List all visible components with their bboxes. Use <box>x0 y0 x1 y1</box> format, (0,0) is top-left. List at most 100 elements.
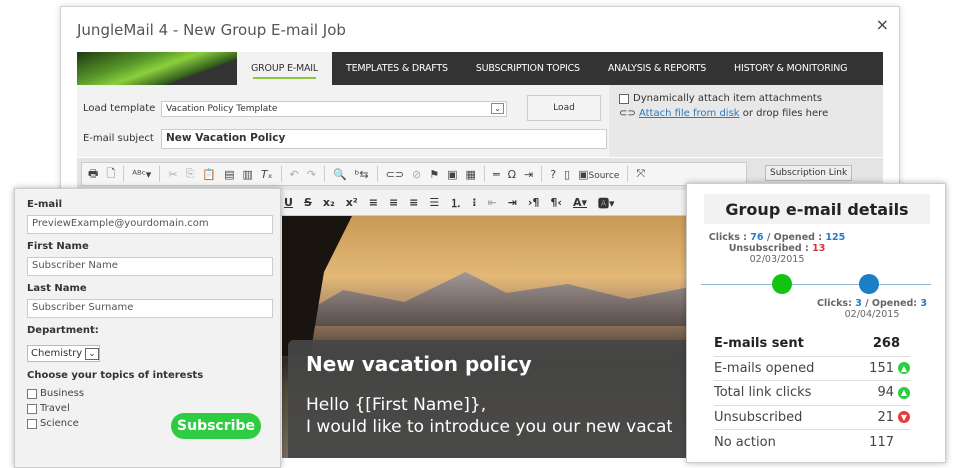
stat-row: E-mails sent 268 <box>714 332 910 357</box>
first-name-field[interactable]: Subscriber Name <box>27 257 273 276</box>
point2-summary: Clicks: 3 / Opened: 3 02/04/2015 <box>817 298 927 320</box>
print-icon[interactable]: 🖶 <box>88 165 98 184</box>
stats-table: E-mails sent 268 E-mails opened 151 ▲ Total… <box>714 332 910 455</box>
tab-templates-drafts[interactable]: TEMPLATES & DRAFTS <box>332 52 462 85</box>
topic-business-checkbox[interactable]: Business <box>27 386 272 401</box>
tab-subscription-topics[interactable]: SUBSCRIPTION TOPICS <box>462 52 594 85</box>
align-center-icon[interactable]: ≡ <box>389 196 398 209</box>
group-email-details-panel: Group e-mail details Clicks : 76 / Opene… <box>686 183 946 463</box>
bg-color-icon[interactable]: 🅰▾ <box>598 195 615 211</box>
timeline-point-1[interactable] <box>772 274 792 294</box>
special-char-icon[interactable]: Ω <box>508 168 516 181</box>
chevron-down-icon: ⌄ <box>491 103 504 114</box>
tab-history-monitoring[interactable]: HISTORY & MONITORING <box>720 52 861 85</box>
department-value: Chemistry <box>31 348 83 359</box>
dynamic-attach-label: Dynamically attach item attachments <box>633 93 823 104</box>
remove-format-icon[interactable]: Tₓ <box>261 168 273 181</box>
align-left-icon[interactable]: ≡ <box>369 196 378 209</box>
department-label: Department: <box>27 325 99 336</box>
template-value: Vacation Policy Template <box>166 104 278 114</box>
email-label: E-mail <box>27 199 63 210</box>
email-field[interactable]: PreviewExample@yourdomain.com <box>27 215 273 234</box>
last-name-label: Last Name <box>27 283 87 294</box>
numbered-list-icon[interactable]: ⒈ <box>450 195 461 211</box>
cut-icon[interactable]: ✂ <box>168 168 177 181</box>
unlink-icon[interactable]: ⊘ <box>412 168 421 181</box>
superscript-icon[interactable]: x² <box>346 196 358 209</box>
ltr-icon[interactable]: ›¶ <box>528 196 540 209</box>
table-icon[interactable]: ▦ <box>466 168 476 181</box>
help-icon[interactable]: ? <box>550 168 556 181</box>
source-button[interactable]: ▣Source <box>578 168 619 181</box>
subscription-link-button[interactable]: Subscription Link <box>765 165 853 181</box>
timeline-line <box>701 284 931 285</box>
email-line-2: I would like to introduce you our new va… <box>306 417 672 437</box>
image-icon[interactable]: ▣ <box>447 168 457 181</box>
attachments-panel: Dynamically attach item attachments ⊂⊃ A… <box>609 85 883 157</box>
load-button[interactable]: Load <box>527 95 601 121</box>
timeline-point-2[interactable] <box>859 274 879 294</box>
strikethrough-icon[interactable]: S <box>304 196 312 209</box>
text-color-icon[interactable]: A▾ <box>573 196 587 209</box>
link-icon[interactable]: ⊂⊃ <box>386 168 404 181</box>
first-name-label: First Name <box>27 241 89 252</box>
tab-analysis-reports[interactable]: ANALYSIS & REPORTS <box>594 52 720 85</box>
copy-icon[interactable]: ⎘ <box>186 167 195 181</box>
arrow-up-icon: ▲ <box>898 362 910 375</box>
horizontal-line-icon[interactable]: ═ <box>493 168 500 181</box>
window-title: JungleMail 4 - New Group E-mail Job <box>77 21 346 39</box>
drop-files-text: or drop files here <box>739 108 829 119</box>
outdent-icon[interactable]: ⇤ <box>487 196 496 209</box>
last-name-field[interactable]: Subscriber Surname <box>27 299 273 318</box>
find-icon[interactable]: 🔍 <box>333 168 347 181</box>
underline-icon[interactable]: U <box>284 196 293 209</box>
anchor-flag-icon[interactable]: ⚑ <box>429 168 439 181</box>
chevron-down-icon: ⌄ <box>85 347 99 360</box>
rtl-icon[interactable]: ¶‹ <box>550 196 562 209</box>
justify-icon[interactable]: ☰ <box>429 196 439 209</box>
leaf-logo <box>77 52 237 85</box>
load-template-label: Load template <box>83 103 156 114</box>
details-title: Group e-mail details <box>704 194 930 224</box>
arrow-up-icon: ▲ <box>898 386 910 399</box>
paperclip-icon: ⊂⊃ <box>619 108 636 119</box>
stat-row: E-mails opened 151 ▲ <box>714 357 910 381</box>
paste-text-icon[interactable]: ▤ <box>224 168 234 181</box>
point1-summary: Clicks : 76 / Opened : 125 Unsubscribed … <box>708 232 846 265</box>
align-right-icon[interactable]: ≡ <box>409 196 418 209</box>
subscribe-button[interactable]: Subscribe <box>171 413 261 439</box>
paste-icon[interactable]: 📋 <box>202 168 216 181</box>
arrow-down-icon: ▼ <box>898 411 910 424</box>
stat-row: Total link clicks 94 ▲ <box>714 381 910 406</box>
template-select[interactable]: Vacation Policy Template ⌄ <box>161 101 507 117</box>
maximize-icon[interactable]: ⤧ <box>636 167 645 181</box>
subject-label: E-mail subject <box>83 133 154 144</box>
paste-word-icon[interactable]: ▥ <box>242 168 252 181</box>
page-break-icon[interactable]: ⇥ <box>524 168 533 181</box>
email-heading: New vacation policy <box>306 352 532 376</box>
bullet-list-icon[interactable]: ⁝ <box>472 196 476 209</box>
topic-label: Business <box>40 388 85 399</box>
nav-bar: GROUP E-MAIL TEMPLATES & DRAFTS SUBSCRIP… <box>77 52 883 85</box>
topics-label: Choose your topics of interests <box>27 370 204 381</box>
department-select[interactable]: Chemistry ⌄ <box>27 345 100 362</box>
template-icon[interactable]: ▯ <box>564 168 570 181</box>
email-line-1: Hello {[First Name]}, <box>306 395 487 415</box>
undo-icon[interactable]: ↶ <box>290 168 299 181</box>
dynamic-attach-checkbox[interactable] <box>619 93 629 104</box>
subscribe-form-panel: E-mail PreviewExample@yourdomain.com Fir… <box>14 188 281 468</box>
preview-icon[interactable]: 🗋 <box>106 165 115 184</box>
spellcheck-icon[interactable]: ᴬᴮᶜ▾ <box>132 168 151 181</box>
subject-input[interactable]: New Vacation Policy <box>161 129 607 149</box>
topic-label: Science <box>40 418 79 429</box>
tab-group-email[interactable]: GROUP E-MAIL <box>237 52 332 85</box>
attach-file-link[interactable]: Attach file from disk <box>639 108 740 119</box>
close-icon[interactable]: × <box>876 15 889 34</box>
replace-icon[interactable]: ᵇ⇆ <box>355 168 369 181</box>
main-window: JungleMail 4 - New Group E-mail Job × GR… <box>60 6 900 206</box>
indent-icon[interactable]: ⇥ <box>508 196 517 209</box>
redo-icon[interactable]: ↷ <box>307 168 316 181</box>
source-label: Source <box>588 170 620 181</box>
editor-toolbar-format: U Sx₂ x² ≡ ≡ ≡ ☰ ⒈ ⁝ ⇤ ⇥ ›¶ ¶‹ A▾ 🅰▾ <box>280 190 690 216</box>
subscript-icon[interactable]: x₂ <box>323 196 335 209</box>
